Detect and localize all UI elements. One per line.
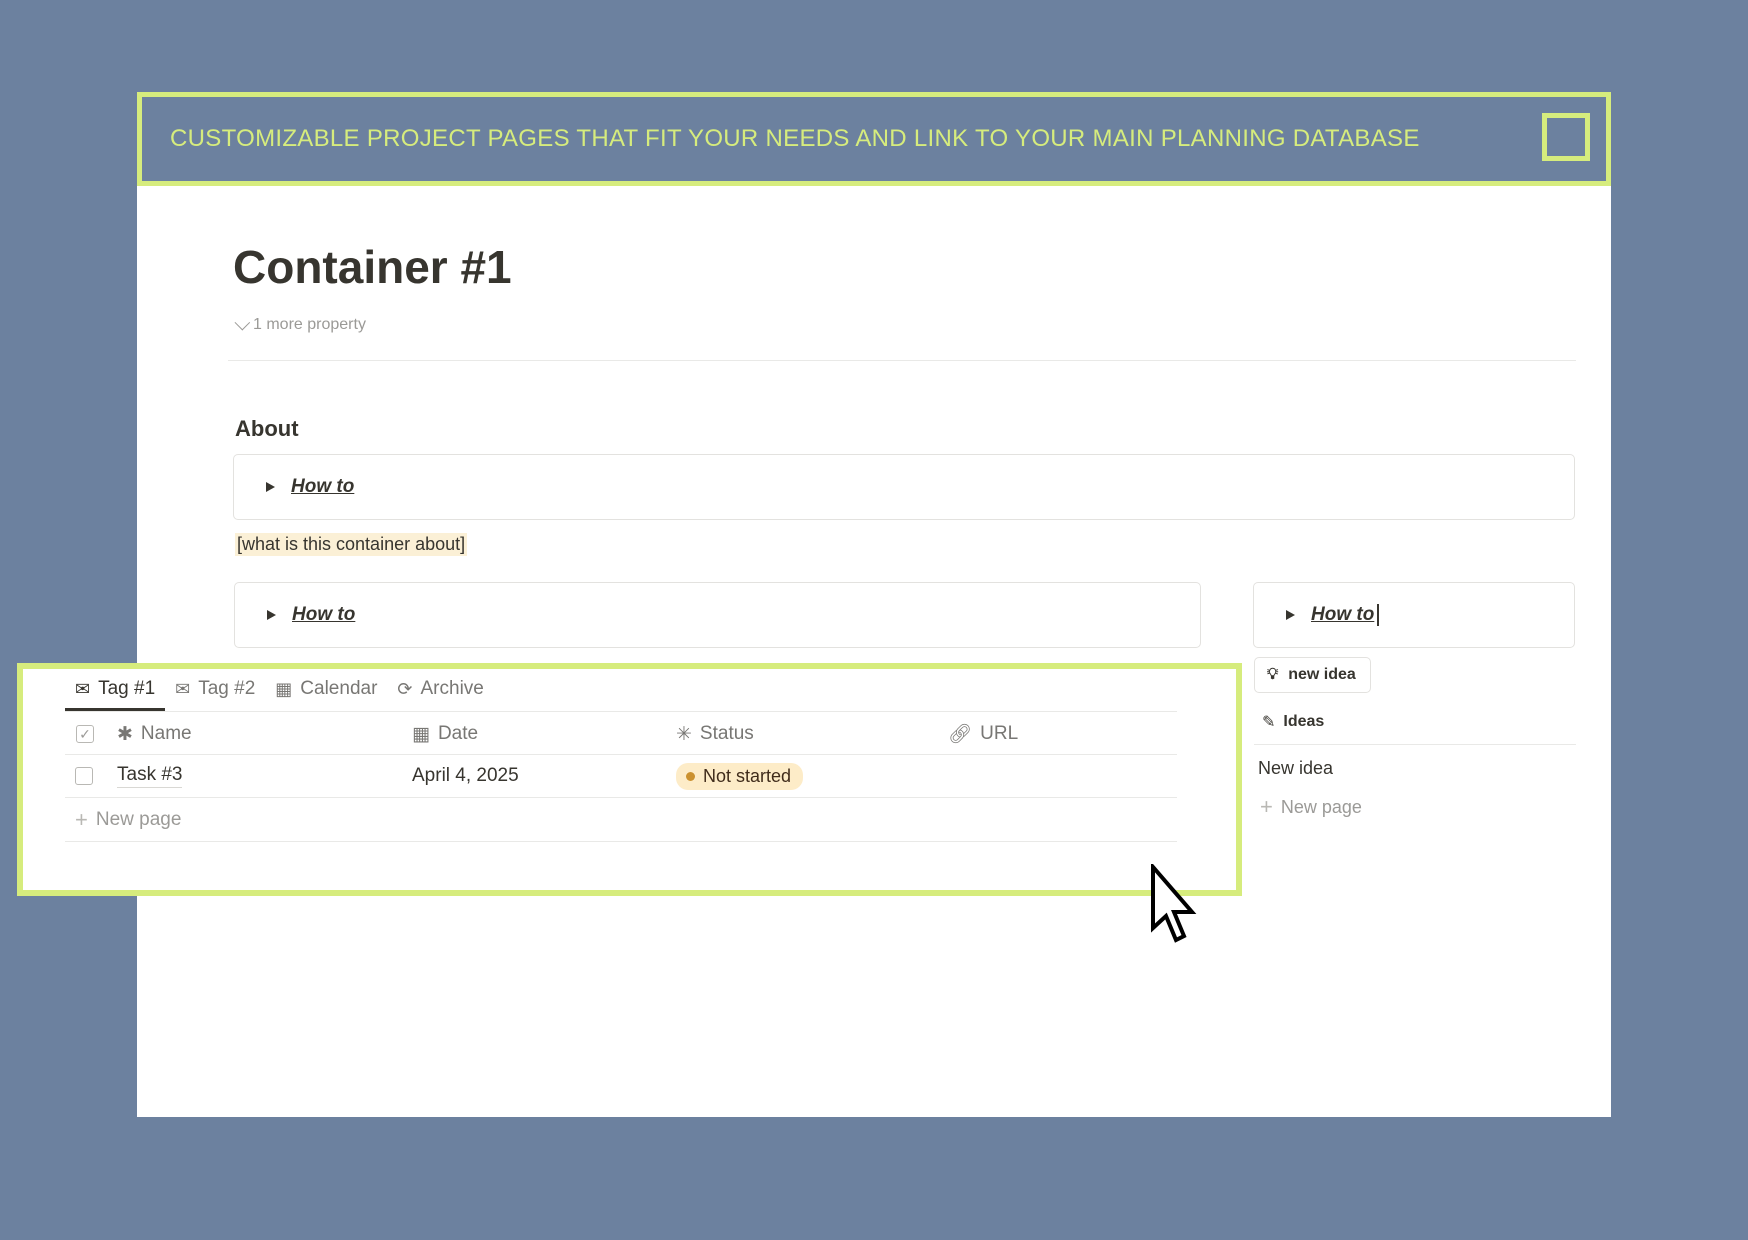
chevron-down-icon — [234, 314, 251, 330]
text-caret — [1377, 604, 1379, 626]
tab-tag-1[interactable]: ✉ Tag #1 — [65, 670, 166, 711]
triangle-right-icon — [266, 482, 275, 492]
toggle-label: How to — [292, 604, 356, 625]
tab-label: Tag #1 — [98, 678, 156, 699]
date-value: April 4, 2025 — [412, 765, 519, 786]
tab-label: Calendar — [300, 678, 378, 699]
tab-label: Archive — [420, 678, 484, 699]
magic-wand-icon: ✎ — [1262, 714, 1276, 731]
new-page-button[interactable]: + New page — [75, 807, 182, 832]
button-label: new idea — [1288, 666, 1356, 683]
divider — [65, 711, 1177, 712]
list-item[interactable]: New idea — [1258, 758, 1333, 779]
toggle-label: How to — [291, 476, 355, 497]
table-row-date[interactable]: April 4, 2025 — [412, 764, 519, 788]
envelope-icon: ✉ — [75, 678, 91, 699]
column-header-status[interactable]: ✳ Status — [676, 722, 754, 746]
page-title[interactable]: Container #1 — [233, 240, 512, 294]
status-dot-icon — [686, 771, 695, 781]
banner-square-icon — [1542, 113, 1590, 161]
status-spinner-icon: ✳ — [676, 723, 692, 745]
column-header-name[interactable]: ✱ Name — [117, 722, 192, 746]
ideas-header-label: Ideas — [1283, 713, 1325, 730]
column-header-url[interactable]: 🔗︎ URL — [948, 722, 1018, 746]
envelope-icon: ✉ — [175, 678, 191, 699]
new-page-label: New page — [95, 809, 182, 830]
archive-icon: ⟳ — [397, 678, 413, 699]
divider — [228, 360, 1576, 361]
select-all-checkbox[interactable]: ✓ — [76, 722, 94, 746]
ideas-view-header[interactable]: ✎ Ideas — [1262, 712, 1324, 732]
tab-tag-2[interactable]: ✉ Tag #2 — [165, 670, 265, 708]
ideas-new-page-button[interactable]: + New page — [1260, 794, 1362, 820]
new-page-label: New page — [1280, 796, 1362, 817]
triangle-right-icon — [1286, 610, 1295, 620]
table-row-name[interactable]: Task #3 — [117, 764, 183, 788]
calendar-icon: ▦ — [275, 678, 293, 699]
status-label: Not started — [703, 765, 792, 786]
lightbulb-icon: 💡︎ — [1267, 666, 1279, 683]
column-header-label: Status — [699, 723, 754, 744]
tab-calendar[interactable]: ▦ Calendar — [265, 670, 387, 708]
toggle-label: How to — [1311, 604, 1375, 625]
banner-text: CUSTOMIZABLE PROJECT PAGES THAT FIT YOUR… — [170, 125, 1420, 152]
divider — [65, 797, 1177, 798]
how-to-toggle-database[interactable]: How to — [234, 582, 1201, 648]
about-heading: About — [235, 416, 299, 441]
triangle-right-icon — [267, 610, 276, 620]
task-name: Task #3 — [117, 764, 183, 788]
column-header-date[interactable]: ▦ Date — [412, 722, 478, 746]
column-header-label: Date — [437, 723, 479, 744]
plus-icon: + — [1260, 794, 1273, 819]
mouse-cursor-icon — [1151, 864, 1197, 943]
plus-icon: + — [75, 807, 88, 832]
table-row-status[interactable]: Not started — [676, 762, 804, 790]
more-property-toggle[interactable]: 1 more property — [234, 314, 366, 334]
checkbox-icon — [75, 767, 93, 785]
more-property-label: 1 more property — [253, 316, 366, 333]
checkbox-checked-icon: ✓ — [76, 725, 94, 743]
asterisk-icon: ✱ — [117, 723, 133, 745]
column-header-label: URL — [980, 723, 1019, 744]
row-checkbox[interactable] — [75, 764, 93, 788]
link-icon: 🔗︎ — [948, 724, 973, 745]
tab-label: Tag #2 — [198, 678, 256, 699]
status-badge: Not started — [676, 762, 804, 790]
database-view-tabs: ✉ Tag #1 ✉ Tag #2 ▦ Calendar ⟳ Archive — [65, 670, 494, 711]
calendar-icon: ▦ — [412, 723, 430, 745]
column-header-label: Name — [140, 723, 192, 744]
divider — [65, 754, 1177, 755]
tab-archive[interactable]: ⟳ Archive — [387, 670, 493, 708]
how-to-toggle-ideas[interactable]: How to — [1253, 582, 1575, 648]
how-to-toggle-about[interactable]: How to — [233, 454, 1575, 520]
promo-banner: CUSTOMIZABLE PROJECT PAGES THAT FIT YOUR… — [137, 92, 1611, 186]
divider — [65, 841, 1177, 842]
new-idea-button[interactable]: 💡︎ new idea — [1254, 657, 1371, 693]
divider — [1254, 744, 1576, 745]
about-placeholder-text[interactable]: [what is this container about] — [235, 533, 468, 556]
